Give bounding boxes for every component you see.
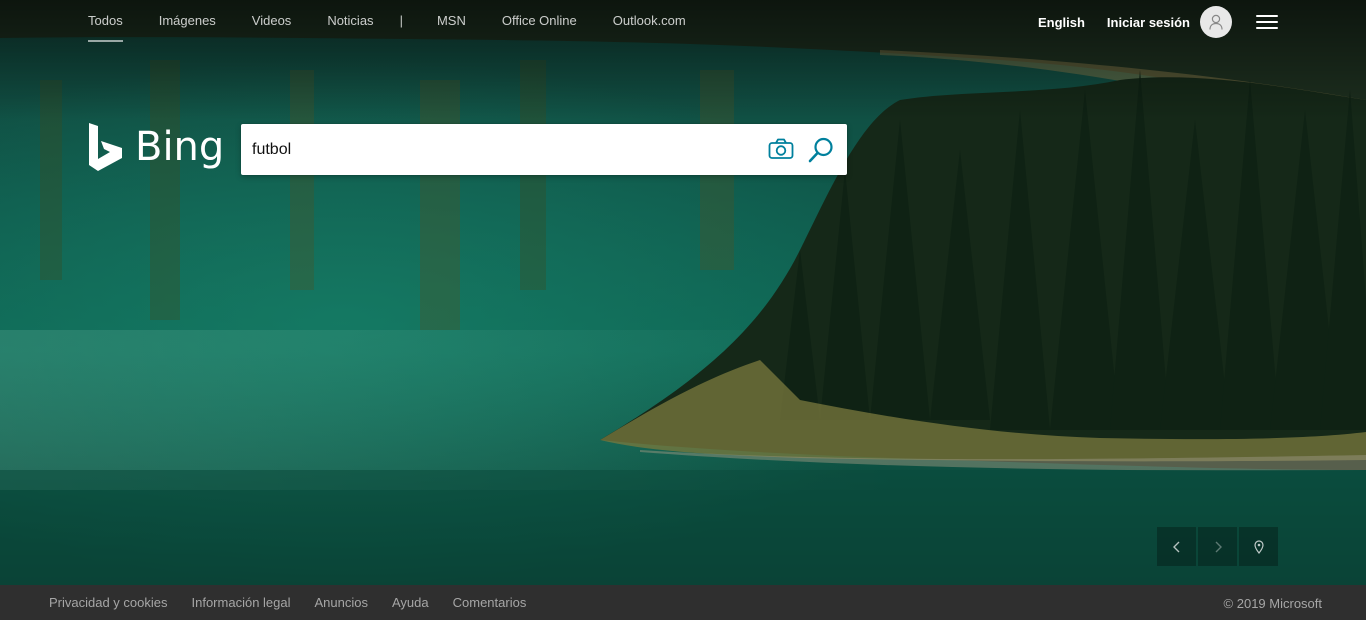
menu-line [1256, 27, 1278, 29]
prev-image-button[interactable] [1157, 527, 1196, 566]
footer-link-privacy[interactable]: Privacidad y cookies [49, 595, 168, 610]
nav-link-office-online[interactable]: Office Online [502, 0, 577, 42]
nav-link-outlook[interactable]: Outlook.com [613, 0, 686, 42]
footer-link-feedback[interactable]: Comentarios [453, 595, 527, 610]
bing-b-logo-icon [89, 123, 122, 171]
hamburger-menu-icon[interactable] [1256, 13, 1278, 31]
nav-link-msn[interactable]: MSN [437, 0, 466, 42]
camera-icon[interactable] [767, 136, 795, 162]
avatar[interactable] [1200, 6, 1232, 38]
nav-separator: | [399, 13, 403, 28]
nav-link-todos[interactable]: Todos [88, 0, 123, 42]
background-image [0, 0, 1366, 585]
copyright-text: © 2019 Microsoft [1223, 596, 1322, 611]
bing-logo[interactable]: Bing [88, 121, 224, 173]
top-nav: Todos Imágenes Videos Noticias | MSN Off… [88, 0, 722, 44]
location-pin-icon [1253, 539, 1264, 554]
search-icon[interactable] [807, 136, 835, 164]
next-image-button[interactable] [1198, 527, 1237, 566]
footer-link-ads[interactable]: Anuncios [315, 595, 368, 610]
language-link[interactable]: English [1038, 15, 1085, 30]
image-location-button[interactable] [1239, 527, 1278, 566]
bing-wordmark: Bing [135, 124, 225, 170]
nav-link-videos[interactable]: Videos [252, 0, 292, 42]
signin-link[interactable]: Iniciar sesión [1107, 15, 1190, 30]
chevron-right-icon [1215, 541, 1222, 552]
footer-links: Privacidad y cookies Información legal A… [49, 595, 550, 610]
search-box [241, 124, 847, 175]
bing-homepage: Todos Imágenes Videos Noticias | MSN Off… [0, 0, 1366, 620]
chevron-left-icon [1172, 541, 1179, 552]
image-carousel-controls [1157, 527, 1280, 566]
search-input[interactable] [252, 129, 752, 170]
menu-line [1256, 21, 1278, 23]
user-icon [1209, 14, 1223, 30]
footer-link-help[interactable]: Ayuda [392, 595, 429, 610]
footer: Privacidad y cookies Información legal A… [0, 585, 1366, 620]
nav-link-imagenes[interactable]: Imágenes [159, 0, 216, 42]
menu-line [1256, 15, 1278, 17]
header-right: English Iniciar sesión [1038, 0, 1278, 44]
footer-link-legal[interactable]: Información legal [192, 595, 291, 610]
nav-link-noticias[interactable]: Noticias [327, 0, 373, 42]
